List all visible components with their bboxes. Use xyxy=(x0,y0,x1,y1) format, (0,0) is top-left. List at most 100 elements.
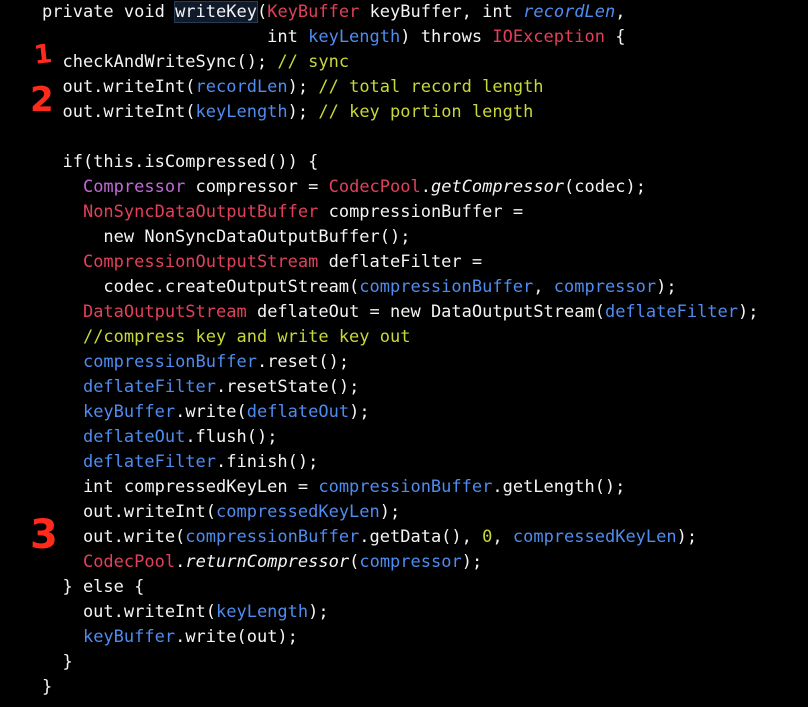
code-line-9[interactable]: NonSyncDataOutputBuffer compressionBuffe… xyxy=(42,200,759,225)
code-token: deflateOut = new DataOutputStream( xyxy=(246,302,605,322)
code-token: Compressor xyxy=(82,177,186,197)
code-token: } xyxy=(42,677,53,697)
code-token: ( xyxy=(256,2,268,22)
code-line-10[interactable]: new NonSyncDataOutputBuffer(); xyxy=(42,225,759,250)
code-token: compressor xyxy=(359,552,462,572)
code-line-11[interactable]: CompressionOutputStream deflateFilter = xyxy=(42,250,759,275)
code-line-2[interactable]: int keyLength) throws IOException { xyxy=(42,25,759,50)
code-token: codec.createOutputStream( xyxy=(42,277,360,297)
code-token: writeKey xyxy=(174,1,258,23)
code-token: new NonSyncDataOutputBuffer(); xyxy=(42,227,411,247)
annotation-marker-1: 1 xyxy=(32,39,54,71)
code-token: .resetState(); xyxy=(216,377,360,397)
code-token: int xyxy=(42,27,309,47)
code-line-27[interactable]: } xyxy=(42,650,759,675)
code-token: . xyxy=(175,552,186,572)
code-line-13[interactable]: DataOutputStream deflateOut = new DataOu… xyxy=(42,300,759,325)
code-token: out.writeInt( xyxy=(42,502,216,522)
code-token: checkAndWriteSync(); xyxy=(42,52,278,72)
code-token: .getData(), xyxy=(359,527,483,547)
code-line-5[interactable]: out.writeInt(keyLength); // key portion … xyxy=(42,100,759,125)
code-line-1[interactable]: private void writeKey(KeyBuffer keyBuffe… xyxy=(42,0,759,25)
code-token: NonSyncDataOutputBuffer xyxy=(82,202,319,222)
code-line-21[interactable]: out.writeInt(compressedKeyLen); xyxy=(42,500,759,525)
code-block[interactable]: private void writeKey(KeyBuffer keyBuffe… xyxy=(42,0,759,700)
code-token: keyLength xyxy=(216,602,309,622)
code-token: out.writeInt( xyxy=(42,602,216,622)
code-line-20[interactable]: int compressedKeyLen = compressionBuffer… xyxy=(42,475,759,500)
code-token: IOException xyxy=(492,27,605,47)
code-line-28[interactable]: } xyxy=(42,675,759,700)
code-token: private void xyxy=(42,2,176,22)
code-line-3[interactable]: checkAndWriteSync(); // sync xyxy=(42,50,759,75)
code-line-12[interactable]: codec.createOutputStream(compressionBuff… xyxy=(42,275,759,300)
code-token: KeyBuffer xyxy=(267,2,360,22)
code-line-8[interactable]: Compressor compressor = CodecPool.getCom… xyxy=(42,175,759,200)
code-token: compressor = xyxy=(185,177,329,197)
code-token: compressedKeyLen xyxy=(216,502,380,522)
code-token: ); xyxy=(738,302,759,322)
code-token: compressionBuffer xyxy=(318,477,493,497)
annotation-marker-3: 3 xyxy=(30,512,58,558)
code-token: .write(out); xyxy=(175,627,298,647)
code-token: recordLen xyxy=(195,77,288,97)
code-token: compressionBuffer = xyxy=(318,202,524,222)
code-token: deflateOut xyxy=(82,427,186,447)
code-token: , xyxy=(492,527,513,547)
code-editor[interactable]: private void writeKey(KeyBuffer keyBuffe… xyxy=(0,0,808,707)
code-line-19[interactable]: deflateFilter.finish(); xyxy=(42,450,759,475)
code-token: . xyxy=(420,177,431,197)
code-token: // sync xyxy=(277,52,350,72)
code-token: if(this.isCompressed()) { xyxy=(42,152,319,172)
code-token: ); xyxy=(656,277,677,297)
code-line-15[interactable]: compressionBuffer.reset(); xyxy=(42,350,759,375)
code-token: ); xyxy=(379,502,401,522)
code-line-24[interactable]: } else { xyxy=(42,575,759,600)
code-token: recordLen xyxy=(523,2,616,22)
code-line-25[interactable]: out.writeInt(keyLength); xyxy=(42,600,759,625)
code-token: deflateFilter xyxy=(82,377,217,397)
code-line-16[interactable]: deflateFilter.resetState(); xyxy=(42,375,759,400)
code-token: deflateOut xyxy=(246,402,350,422)
code-token: , xyxy=(533,277,554,297)
code-token: CompressionOutputStream xyxy=(82,252,319,272)
code-token: compressor xyxy=(553,277,657,297)
code-line-6[interactable] xyxy=(42,125,759,150)
code-token: ( xyxy=(349,552,360,572)
code-line-7[interactable]: if(this.isCompressed()) { xyxy=(42,150,759,175)
code-token: CodecPool xyxy=(82,552,176,572)
code-line-23[interactable]: CodecPool.returnCompressor(compressor); xyxy=(42,550,759,575)
code-token: int compressedKeyLen = xyxy=(42,477,319,497)
code-line-4[interactable]: out.writeInt(recordLen); // total record… xyxy=(42,75,759,100)
code-token: deflateFilter xyxy=(604,302,739,322)
code-token: out.writeInt( xyxy=(42,102,196,122)
code-line-22[interactable]: out.write(compressionBuffer.getData(), 0… xyxy=(42,525,759,550)
code-token: CodecPool xyxy=(328,177,421,197)
code-token: keyLength xyxy=(308,27,401,47)
code-line-26[interactable]: keyBuffer.write(out); xyxy=(42,625,759,650)
code-token: compressionBuffer xyxy=(359,277,534,297)
code-token: keyBuffer, xyxy=(359,2,483,22)
code-token: compressionBuffer xyxy=(185,527,360,547)
code-line-18[interactable]: deflateOut.flush(); xyxy=(42,425,759,450)
code-token: .reset(); xyxy=(256,352,350,372)
code-token: .flush(); xyxy=(185,427,278,447)
code-line-17[interactable]: keyBuffer.write(deflateOut); xyxy=(42,400,759,425)
code-token: keyLength xyxy=(195,102,288,122)
code-token: compressionBuffer xyxy=(82,352,257,372)
code-token: { xyxy=(604,27,626,47)
code-token: //compress key and write key out xyxy=(82,327,411,347)
code-line-14[interactable]: //compress key and write key out xyxy=(42,325,759,350)
code-token: compressedKeyLen xyxy=(512,527,677,547)
code-token: } else { xyxy=(42,577,145,597)
code-token: ); xyxy=(676,527,698,547)
code-token: ); xyxy=(287,102,319,122)
code-token: // total record length xyxy=(318,77,544,97)
